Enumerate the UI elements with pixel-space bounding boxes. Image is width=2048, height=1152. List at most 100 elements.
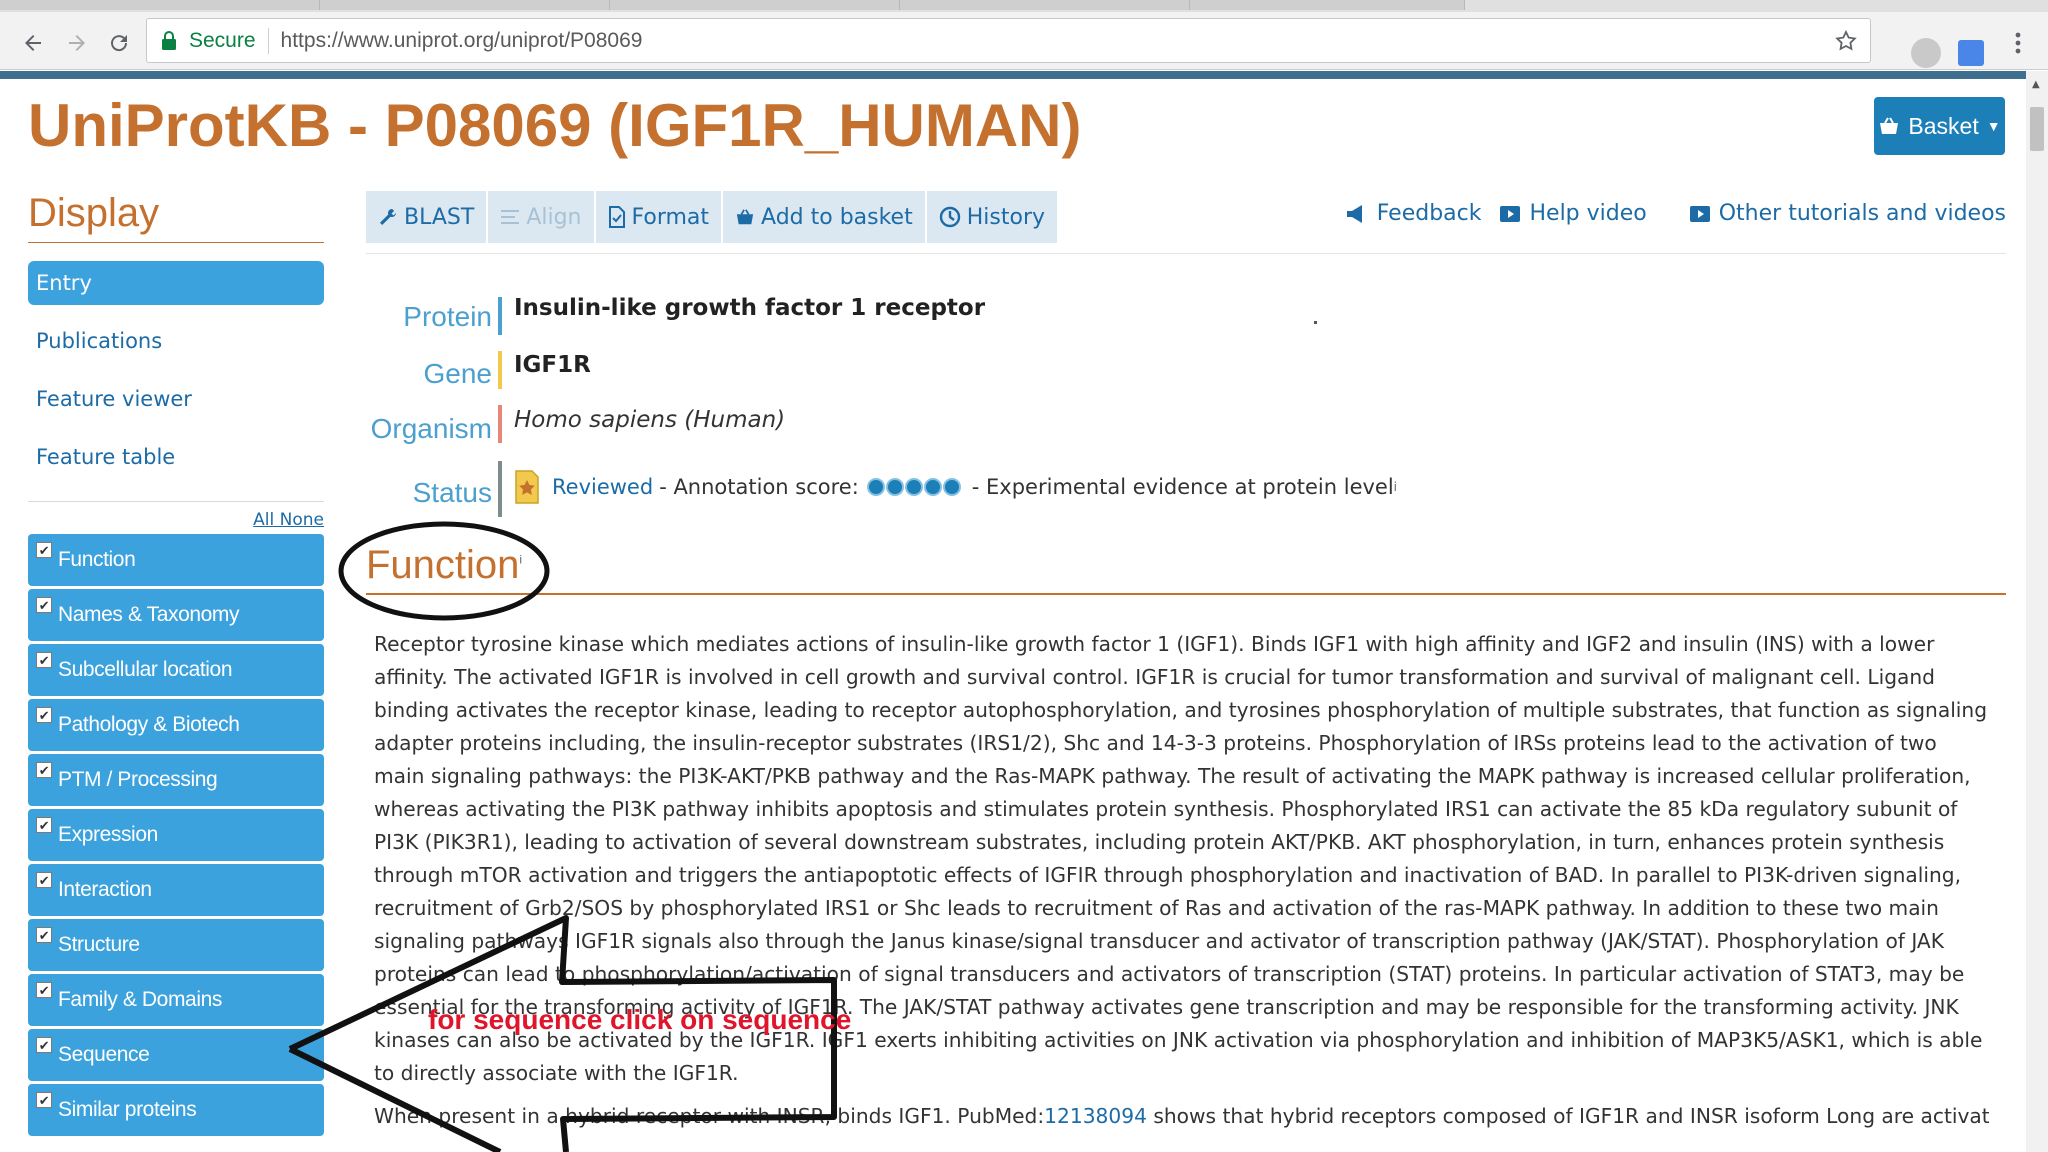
- score-dot: [923, 478, 942, 496]
- function-paragraph: Receptor tyrosine kinase which mediates …: [374, 632, 1988, 1085]
- evidence-text: - Experimental evidence at protein level: [971, 475, 1394, 499]
- section-toggle-sequence[interactable]: ✔ Sequence: [28, 1029, 324, 1081]
- organism-label: Organism: [370, 413, 492, 444]
- status-line: Reviewed - Annotation score: - Experimen…: [514, 469, 1397, 505]
- stray-dot: [1314, 321, 1317, 324]
- organism-name[interactable]: Homo sapiens (Human): [514, 407, 785, 433]
- caret-down-icon: ▼: [1986, 118, 2001, 134]
- section-label: Pathology & Biotech: [58, 713, 240, 736]
- score-dot: [904, 478, 923, 496]
- blast-label: BLAST: [404, 204, 475, 230]
- sidebar-link-entry[interactable]: Entry: [28, 261, 324, 305]
- format-button[interactable]: Format: [595, 191, 724, 243]
- wrench-icon: [380, 209, 396, 225]
- page-content: UniProtKB - P08069 (IGF1R_HUMAN) Basket …: [0, 71, 2048, 1152]
- feedback-link[interactable]: Feedback: [1345, 201, 1482, 226]
- score-dot: [885, 478, 904, 496]
- clock-icon: [939, 206, 960, 228]
- section-toggle-subcellular-location[interactable]: ✔ Subcellular location: [28, 644, 324, 696]
- checkbox-checked-icon[interactable]: ✔: [36, 927, 52, 943]
- section-label: Family & Domains: [58, 988, 222, 1011]
- section-toggle-function[interactable]: ✔ Function: [28, 534, 324, 586]
- browser-tab[interactable]: [320, 0, 610, 10]
- sidebar-link-publications[interactable]: Publications: [28, 319, 324, 363]
- reload-icon[interactable]: [100, 24, 138, 62]
- paragraph2-pre: When present in a hybrid receptor with I…: [374, 1104, 1045, 1128]
- function-underline: [366, 593, 2006, 595]
- checkbox-checked-icon[interactable]: ✔: [36, 872, 52, 888]
- address-bar[interactable]: Secure https://www.uniprot.org/uniprot/P…: [146, 18, 1871, 63]
- menu-icon[interactable]: [2006, 24, 2030, 62]
- align-button[interactable]: Align: [488, 191, 596, 243]
- scrollbar-thumb[interactable]: [2030, 107, 2044, 151]
- sidebar-link-feature-viewer[interactable]: Feature viewer: [28, 377, 324, 421]
- translate-icon[interactable]: [1958, 40, 1984, 66]
- add-to-basket-button[interactable]: Add to basket: [723, 191, 927, 243]
- entry-toolbar: BLAST Align Format Add to basket History: [366, 191, 1060, 243]
- gene-color-bar: [498, 351, 502, 389]
- checkbox-checked-icon[interactable]: ✔: [36, 1092, 52, 1108]
- browser-tab[interactable]: [610, 0, 900, 10]
- history-button[interactable]: History: [926, 191, 1060, 243]
- basket-button[interactable]: Basket ▼: [1874, 97, 2005, 155]
- tutorials-link[interactable]: Other tutorials and videos: [1689, 201, 2006, 226]
- checkbox-checked-icon[interactable]: ✔: [36, 542, 52, 558]
- function-heading-text: Function: [366, 543, 520, 587]
- organism-color-bar: [498, 405, 502, 443]
- url-text[interactable]: https://www.uniprot.org/uniprot/P08069: [281, 29, 643, 53]
- pubmed-link[interactable]: 12138094: [1044, 1104, 1147, 1128]
- protein-label: Protein: [403, 301, 492, 332]
- forward-icon[interactable]: [58, 24, 96, 62]
- section-toggle-names-taxonomy[interactable]: ✔ Names & Taxonomy: [28, 589, 324, 641]
- blast-button[interactable]: BLAST: [366, 191, 489, 243]
- checkbox-checked-icon[interactable]: ✔: [36, 762, 52, 778]
- checkbox-checked-icon[interactable]: ✔: [36, 597, 52, 613]
- browser-tab[interactable]: [0, 0, 320, 10]
- status-label: Status: [412, 477, 492, 508]
- scroll-up-icon[interactable]: ▲: [2032, 79, 2040, 90]
- video-icon: [1689, 205, 1710, 222]
- info-superscript-icon[interactable]: i: [1394, 480, 1397, 494]
- info-superscript-icon[interactable]: i: [519, 553, 522, 567]
- section-toggle-pathology-biotech[interactable]: ✔ Pathology & Biotech: [28, 699, 324, 751]
- annotation-score-label: - Annotation score:: [659, 475, 859, 499]
- page-scrollbar[interactable]: ▲: [2026, 71, 2048, 1152]
- video-icon: [1500, 205, 1521, 222]
- checkbox-checked-icon[interactable]: ✔: [36, 982, 52, 998]
- reviewed-link[interactable]: Reviewed: [552, 475, 653, 499]
- omnibox-divider: [267, 27, 269, 54]
- annotation-score-dots[interactable]: [866, 478, 962, 496]
- checkbox-checked-icon[interactable]: ✔: [36, 1037, 52, 1053]
- checkbox-checked-icon[interactable]: ✔: [36, 817, 52, 833]
- section-toggle-family-domains[interactable]: ✔ Family & Domains: [28, 974, 324, 1026]
- megaphone-icon: [1346, 204, 1362, 223]
- section-toggle-structure[interactable]: ✔ Structure: [28, 919, 324, 971]
- section-toggle-ptm-processing[interactable]: ✔ PTM / Processing: [28, 754, 324, 806]
- add-to-basket-label: Add to basket: [761, 204, 913, 230]
- sidebar-link-feature-table[interactable]: Feature table: [28, 435, 324, 479]
- browser-tab[interactable]: [1190, 0, 1465, 10]
- gene-label: Gene: [423, 358, 493, 389]
- section-label: Expression: [58, 823, 158, 846]
- section-label: Function: [58, 548, 136, 571]
- section-toggle-expression[interactable]: ✔ Expression: [28, 809, 324, 861]
- back-icon[interactable]: [14, 24, 52, 62]
- browser-tab[interactable]: [900, 0, 1190, 10]
- feedback-label: Feedback: [1376, 201, 1482, 226]
- extension-icon[interactable]: [1911, 38, 1941, 68]
- page-top-band: [0, 71, 2026, 79]
- checkbox-checked-icon[interactable]: ✔: [36, 707, 52, 723]
- section-toggle-similar-proteins[interactable]: ✔ Similar proteins: [28, 1084, 324, 1136]
- star-icon[interactable]: [1834, 29, 1858, 53]
- secure-label: Secure: [189, 28, 256, 52]
- basket-label: Basket: [1908, 112, 1979, 139]
- checkbox-checked-icon[interactable]: ✔: [36, 652, 52, 668]
- score-dot: [942, 478, 961, 496]
- section-toggle-interaction[interactable]: ✔ Interaction: [28, 864, 324, 916]
- section-label: Sequence: [58, 1043, 150, 1066]
- section-label: Structure: [58, 933, 140, 956]
- display-heading: Display: [28, 191, 324, 243]
- sidebar: Display Entry Publications Feature viewe…: [28, 191, 324, 1136]
- all-none-toggle[interactable]: All None: [28, 510, 324, 530]
- help-video-link[interactable]: Help video: [1499, 201, 1647, 226]
